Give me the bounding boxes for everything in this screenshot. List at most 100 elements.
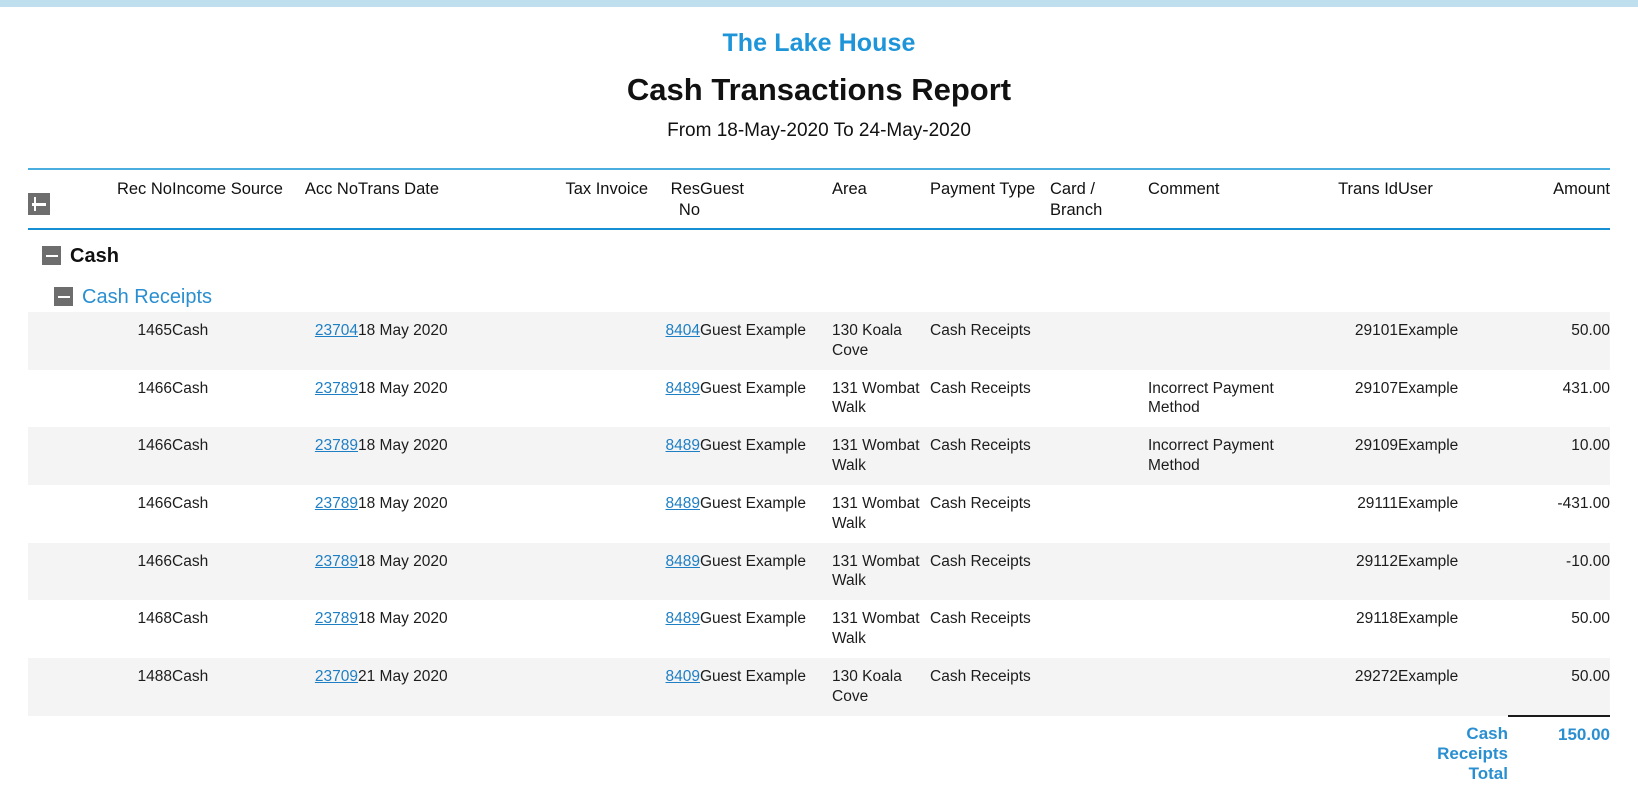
- subtotal-amount: 150.00: [1508, 714, 1610, 784]
- cell-acc-no: 23789: [300, 485, 358, 543]
- cell-comment: [1148, 542, 1320, 601]
- cell-card-branch: [1050, 600, 1148, 658]
- cell-res-no: 8409: [648, 657, 700, 716]
- cell-acc-no: 23789: [300, 542, 358, 601]
- cell-rec-no: 1466: [137, 494, 172, 512]
- cell-guest: Guest Example: [700, 312, 832, 370]
- cell-area: 130 Koala Cove: [832, 312, 930, 370]
- cell-card-branch: [1050, 312, 1148, 370]
- column-header-trans-id[interactable]: Trans Id: [1320, 168, 1398, 230]
- cell-acc-no: 23704: [300, 312, 358, 370]
- res-no-link[interactable]: 8489: [666, 553, 700, 570]
- cell-res-no: 8489: [648, 542, 700, 601]
- acc-no-link[interactable]: 23789: [315, 610, 358, 627]
- plus-square-icon[interactable]: [28, 193, 50, 215]
- table-row[interactable]: 1488 Cash 23709 21 May 2020 8409 Guest E…: [28, 657, 1610, 716]
- table-row[interactable]: 1468 Cash 23789 18 May 2020 8489 Guest E…: [28, 600, 1610, 658]
- acc-no-link[interactable]: 23709: [315, 668, 358, 685]
- table-row[interactable]: 1466 Cash 23789 18 May 2020 8489 Guest E…: [28, 427, 1610, 485]
- acc-no-link[interactable]: 23789: [315, 437, 358, 454]
- res-no-link[interactable]: 8489: [666, 380, 700, 397]
- table-row[interactable]: 1466 Cash 23789 18 May 2020 8489 Guest E…: [28, 542, 1610, 601]
- acc-no-link[interactable]: 23789: [315, 495, 358, 512]
- cell-trans-date: 18 May 2020: [358, 379, 448, 397]
- report-header: The Lake House Cash Transactions Report …: [0, 0, 1638, 141]
- cell-income-source: Cash: [172, 379, 209, 397]
- res-no-link[interactable]: 8489: [666, 437, 700, 454]
- cell-trans-date: 18 May 2020: [358, 494, 448, 512]
- cell-user: Example: [1398, 379, 1459, 397]
- cell-tax-invoice: [508, 542, 648, 601]
- cell-amount: 50.00: [1508, 312, 1610, 370]
- cell-amount: -431.00: [1557, 494, 1610, 512]
- cell-area: 131 Wombat Walk: [832, 542, 930, 601]
- column-header-guest[interactable]: Guest: [700, 168, 832, 230]
- subtotal-row: Cash Receipts Total 150.00: [28, 714, 1610, 784]
- minus-square-icon[interactable]: [54, 287, 73, 306]
- cell-payment-type: Cash Receipts: [930, 657, 1050, 716]
- cell-res-no: 8404: [648, 312, 700, 370]
- cell-trans-date: 21 May 2020: [358, 657, 508, 716]
- subtotal-label: Cash Receipts Total: [1437, 723, 1508, 783]
- cell-area: 131 Wombat Walk: [832, 427, 930, 485]
- cell-tax-invoice: [508, 657, 648, 716]
- cell-comment: Incorrect Payment Method: [1148, 427, 1320, 485]
- column-header-comment[interactable]: Comment: [1148, 168, 1320, 230]
- cell-user: Example: [1398, 610, 1459, 628]
- company-name: The Lake House: [722, 29, 916, 57]
- table-row[interactable]: 1465 Cash 23704 18 May 2020 8404 Guest E…: [28, 312, 1610, 370]
- cell-area: 131 Wombat Walk: [832, 379, 920, 417]
- cell-trans-date: 18 May 2020: [358, 427, 508, 485]
- cell-acc-no: 23789: [300, 427, 358, 485]
- cell-rec-no: 1466: [70, 427, 172, 485]
- column-header-card-branch[interactable]: Card / Branch: [1050, 168, 1148, 230]
- res-no-link[interactable]: 8489: [666, 495, 700, 512]
- res-no-link[interactable]: 8409: [666, 668, 700, 685]
- cell-payment-type: Cash Receipts: [930, 494, 1031, 512]
- column-header-amount[interactable]: Amount: [1508, 168, 1610, 230]
- column-header-income-source[interactable]: Income Source: [172, 168, 300, 230]
- cell-payment-type: Cash Receipts: [930, 427, 1050, 485]
- cell-amount: 50.00: [1571, 610, 1610, 628]
- table-row[interactable]: 1466 Cash 23789 18 May 2020 8489 Guest E…: [28, 370, 1610, 428]
- cell-amount: 10.00: [1508, 427, 1610, 485]
- cell-rec-no: 1466: [137, 379, 172, 397]
- cell-guest: Guest Example: [700, 427, 832, 485]
- table-row[interactable]: 1466 Cash 23789 18 May 2020 8489 Guest E…: [28, 485, 1610, 543]
- cell-guest: Guest Example: [700, 379, 806, 397]
- column-header-area[interactable]: Area: [832, 168, 930, 230]
- cell-income-source: Cash: [172, 312, 300, 370]
- cell-rec-no: 1468: [137, 610, 172, 628]
- cell-income-source: Cash: [172, 427, 300, 485]
- acc-no-link[interactable]: 23789: [315, 553, 358, 570]
- cell-guest: Guest Example: [700, 610, 806, 628]
- cell-card-branch: [1050, 657, 1148, 716]
- cell-trans-date: 18 May 2020: [358, 610, 448, 628]
- acc-no-link[interactable]: 23789: [315, 380, 358, 397]
- cell-res-no: 8489: [648, 370, 700, 428]
- cell-res-no: 8489: [648, 427, 700, 485]
- group-row-cash: Cash: [28, 229, 1610, 271]
- group-header-level2[interactable]: Cash Receipts: [28, 285, 1610, 308]
- column-header-res-no[interactable]: Res No: [648, 168, 700, 230]
- acc-no-link[interactable]: 23704: [315, 322, 358, 339]
- group-header-level1[interactable]: Cash: [28, 244, 1610, 267]
- cell-card-branch: [1050, 370, 1148, 428]
- cell-acc-no: 23789: [300, 370, 358, 428]
- cell-amount: 50.00: [1508, 657, 1610, 716]
- column-header-acc-no[interactable]: Acc No: [300, 168, 358, 230]
- cell-amount: 431.00: [1562, 379, 1610, 397]
- cell-guest: Guest Example: [700, 542, 832, 601]
- cell-res-no: 8489: [648, 600, 700, 658]
- res-no-link[interactable]: 8404: [666, 322, 700, 339]
- column-header-rec-no[interactable]: Rec No: [70, 168, 172, 230]
- cell-card-branch: [1050, 485, 1148, 543]
- column-header-payment-type[interactable]: Payment Type: [930, 168, 1050, 230]
- column-header-user[interactable]: User: [1398, 168, 1508, 230]
- column-header-tax-invoice[interactable]: Tax Invoice: [508, 168, 648, 230]
- res-no-link[interactable]: 8489: [666, 610, 700, 627]
- minus-square-icon[interactable]: [42, 246, 61, 265]
- column-header-trans-date[interactable]: Trans Date: [358, 168, 508, 230]
- cell-tax-invoice: [508, 600, 648, 658]
- cell-payment-type: Cash Receipts: [930, 379, 1031, 397]
